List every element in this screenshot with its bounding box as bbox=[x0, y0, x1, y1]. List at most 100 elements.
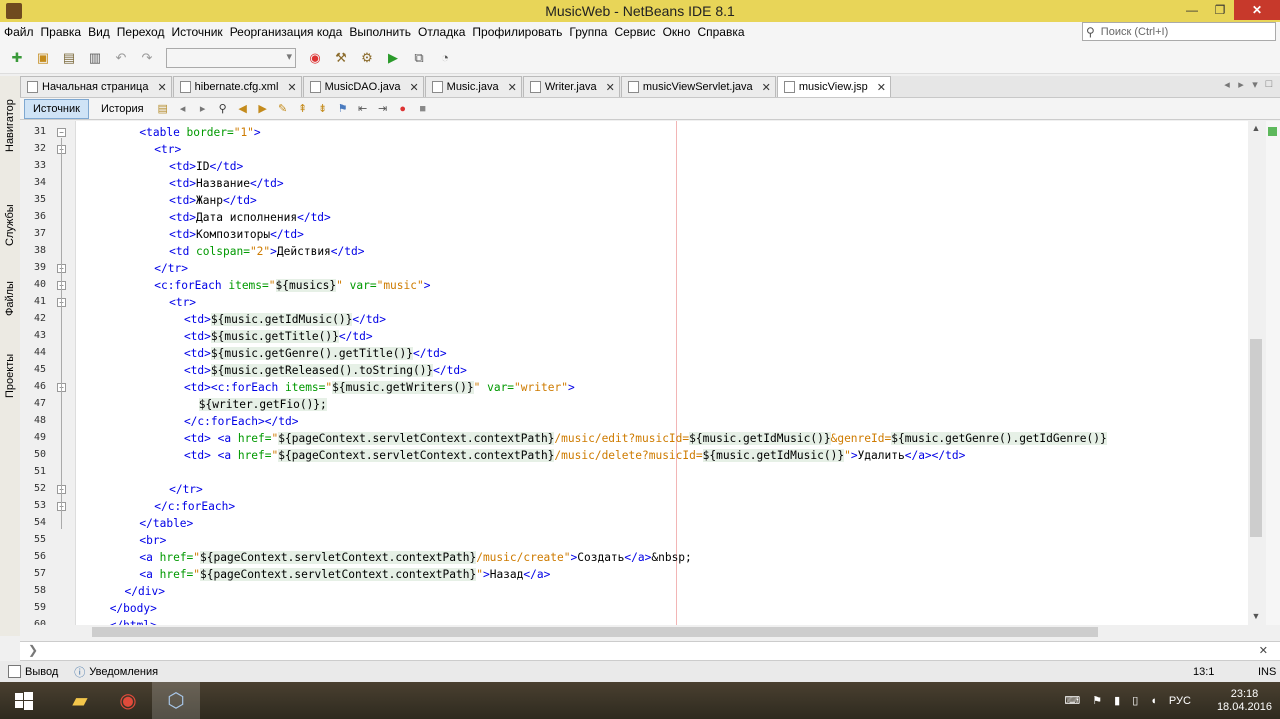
clock[interactable]: 23:18 18.04.2016 bbox=[1205, 688, 1272, 714]
find-prev-icon[interactable]: ◀ bbox=[234, 100, 252, 118]
chrome-taskbar-icon[interactable]: ◉ bbox=[104, 682, 152, 719]
source-tab[interactable]: Источник bbox=[24, 98, 89, 119]
scroll-up-icon[interactable]: ▲ bbox=[1248, 123, 1264, 133]
close-tab-icon[interactable]: ✕ bbox=[762, 81, 771, 94]
code-token: <td> bbox=[169, 211, 197, 224]
toggle-bookmark-icon[interactable]: ⚑ bbox=[334, 100, 352, 118]
code-line: ${writer.getFio()}; bbox=[198, 396, 327, 413]
menu-item[interactable]: Правка bbox=[41, 25, 82, 39]
menu-item[interactable]: Сервис bbox=[614, 25, 655, 39]
debug-icon[interactable]: ⧉ bbox=[408, 47, 430, 69]
close-tab-icon[interactable]: ✕ bbox=[877, 81, 886, 94]
battery-icon[interactable]: ▯ bbox=[1132, 694, 1138, 707]
back-icon[interactable]: ◂ bbox=[174, 100, 192, 118]
menu-item[interactable]: Профилировать bbox=[472, 25, 562, 39]
scroll-down-icon[interactable]: ▼ bbox=[1248, 611, 1264, 621]
editor-tab[interactable]: Начальная страница ✕ bbox=[20, 76, 172, 97]
vertical-scroll-thumb[interactable] bbox=[1250, 339, 1262, 537]
prev-bookmark-icon[interactable]: ⇞ bbox=[294, 100, 312, 118]
menu-item[interactable]: Группа bbox=[569, 25, 607, 39]
editor-tab[interactable]: Music.java ✕ bbox=[424, 76, 522, 97]
menu-item[interactable]: Окно bbox=[663, 25, 691, 39]
configuration-select[interactable] bbox=[166, 47, 296, 68]
editor-tab[interactable]: hibernate.cfg.xml ✕ bbox=[172, 76, 302, 97]
maximize-button[interactable]: ❐ bbox=[1206, 0, 1234, 20]
undo-icon[interactable]: ↶ bbox=[110, 47, 132, 69]
editor-tab[interactable]: MusicDAO.java ✕ bbox=[302, 76, 424, 97]
start-button[interactable] bbox=[0, 682, 48, 719]
sidebar-tab-files[interactable]: Файлы bbox=[1, 256, 19, 316]
start-macro-icon[interactable]: ● bbox=[394, 100, 412, 118]
horizontal-scroll-thumb[interactable] bbox=[92, 627, 1098, 637]
menu-item[interactable]: Справка bbox=[697, 25, 744, 39]
maximize-editor-icon[interactable]: □ bbox=[1262, 78, 1276, 91]
forward-icon[interactable]: ▸ bbox=[194, 100, 212, 118]
close-tab-icon[interactable]: ✕ bbox=[606, 81, 615, 94]
code-line: <tr> bbox=[154, 141, 181, 158]
last-edit-icon[interactable]: ▤ bbox=[154, 100, 172, 118]
netbeans-taskbar-icon[interactable]: ⬡ bbox=[152, 682, 200, 719]
network-icon[interactable]: ▮ bbox=[1114, 694, 1120, 707]
horizontal-scrollbar[interactable] bbox=[76, 625, 1248, 639]
stop-macro-icon[interactable]: ■ bbox=[414, 100, 432, 118]
clean-build-icon[interactable]: ⚒ bbox=[330, 47, 352, 69]
notifications-toggle[interactable]: ⓘ Уведомления bbox=[74, 664, 158, 680]
tab-scroll-left-icon[interactable]: ◂ bbox=[1220, 78, 1234, 91]
new-project-icon[interactable]: ▣ bbox=[32, 47, 54, 69]
find-icon[interactable]: ⚲ bbox=[214, 100, 232, 118]
editor-tab[interactable]: musicView.jsp ✕ bbox=[776, 76, 891, 97]
windows-taskbar: ▰ ◉ ⬡ ⌨ ⚑ ▮ ▯ ◖ РУС 23:18 18.04.2016 bbox=[0, 682, 1280, 719]
sidebar-tab-navigator[interactable]: Навигатор bbox=[1, 82, 19, 152]
new-file-icon[interactable]: ✚ bbox=[6, 47, 28, 69]
editor-tab[interactable]: musicViewServlet.java ✕ bbox=[620, 76, 776, 97]
profile-icon[interactable]: ◔ bbox=[434, 47, 456, 69]
close-tab-icon[interactable]: ✕ bbox=[409, 81, 418, 94]
code-editor[interactable]: 31−32−33343536373839−40−41−4243444546−47… bbox=[20, 121, 1248, 625]
save-all-icon[interactable]: ▥ bbox=[84, 47, 106, 69]
flag-icon[interactable]: ⚑ bbox=[1092, 694, 1102, 707]
find-next-icon[interactable]: ▶ bbox=[254, 100, 272, 118]
menu-item[interactable]: Отладка bbox=[418, 25, 465, 39]
fold-toggle-icon[interactable]: − bbox=[57, 128, 66, 137]
tab-list-icon[interactable]: ▾ bbox=[1248, 78, 1262, 91]
close-tab-icon[interactable]: ✕ bbox=[287, 81, 296, 94]
toggle-highlight-icon[interactable]: ✎ bbox=[274, 100, 292, 118]
file-explorer-icon[interactable]: ▰ bbox=[56, 682, 104, 719]
sidebar-tab-services[interactable]: Службы bbox=[1, 186, 19, 246]
history-tab[interactable]: История bbox=[93, 99, 152, 119]
search-placeholder[interactable]: Поиск (Ctrl+I) bbox=[1101, 26, 1168, 38]
open-project-icon[interactable]: ▤ bbox=[58, 47, 80, 69]
run-icon[interactable]: ▶ bbox=[382, 47, 404, 69]
tab-scroll-right-icon[interactable]: ▸ bbox=[1234, 78, 1248, 91]
menu-item[interactable]: Файл bbox=[4, 25, 34, 39]
tab-label: musicView.jsp bbox=[798, 81, 868, 93]
browser-chrome-icon[interactable]: ◉ bbox=[304, 47, 326, 69]
redo-icon[interactable]: ↷ bbox=[136, 47, 158, 69]
language-indicator[interactable]: РУС bbox=[1169, 695, 1191, 707]
close-tab-icon[interactable]: ✕ bbox=[157, 81, 166, 94]
minimize-button[interactable]: — bbox=[1178, 0, 1206, 20]
build-icon[interactable]: ⚙ bbox=[356, 47, 378, 69]
menu-item[interactable]: Источник bbox=[171, 25, 222, 39]
volume-icon[interactable]: ◖ bbox=[1150, 695, 1157, 707]
keyboard-icon[interactable]: ⌨ bbox=[1064, 694, 1080, 707]
menu-item[interactable]: Выполнить bbox=[349, 25, 411, 39]
code-token: <tr> bbox=[169, 296, 197, 309]
output-toggle[interactable]: Вывод bbox=[8, 665, 58, 678]
editor-tab[interactable]: Writer.java ✕ bbox=[522, 76, 620, 97]
close-output-icon[interactable]: ✕ bbox=[1259, 644, 1268, 657]
close-tab-icon[interactable]: ✕ bbox=[508, 81, 517, 94]
next-bookmark-icon[interactable]: ⇟ bbox=[314, 100, 332, 118]
vertical-scrollbar[interactable]: ▲ ▼ bbox=[1248, 121, 1264, 625]
shift-right-icon[interactable]: ⇥ bbox=[374, 100, 392, 118]
expand-output-icon[interactable]: ❯ bbox=[28, 643, 38, 657]
code-token: ${pageContext.servletContext.contextPath… bbox=[200, 551, 477, 564]
code-token: var= bbox=[349, 279, 377, 292]
menu-item[interactable]: Переход bbox=[117, 25, 165, 39]
close-button[interactable]: ✕ bbox=[1234, 0, 1280, 20]
menu-item[interactable]: Вид bbox=[88, 25, 110, 39]
search-box[interactable]: ⚲ Поиск (Ctrl+I) bbox=[1082, 22, 1276, 41]
shift-left-icon[interactable]: ⇤ bbox=[354, 100, 372, 118]
sidebar-tab-projects[interactable]: Проекты bbox=[1, 328, 19, 398]
menu-item[interactable]: Реорганизация кода bbox=[230, 25, 343, 39]
